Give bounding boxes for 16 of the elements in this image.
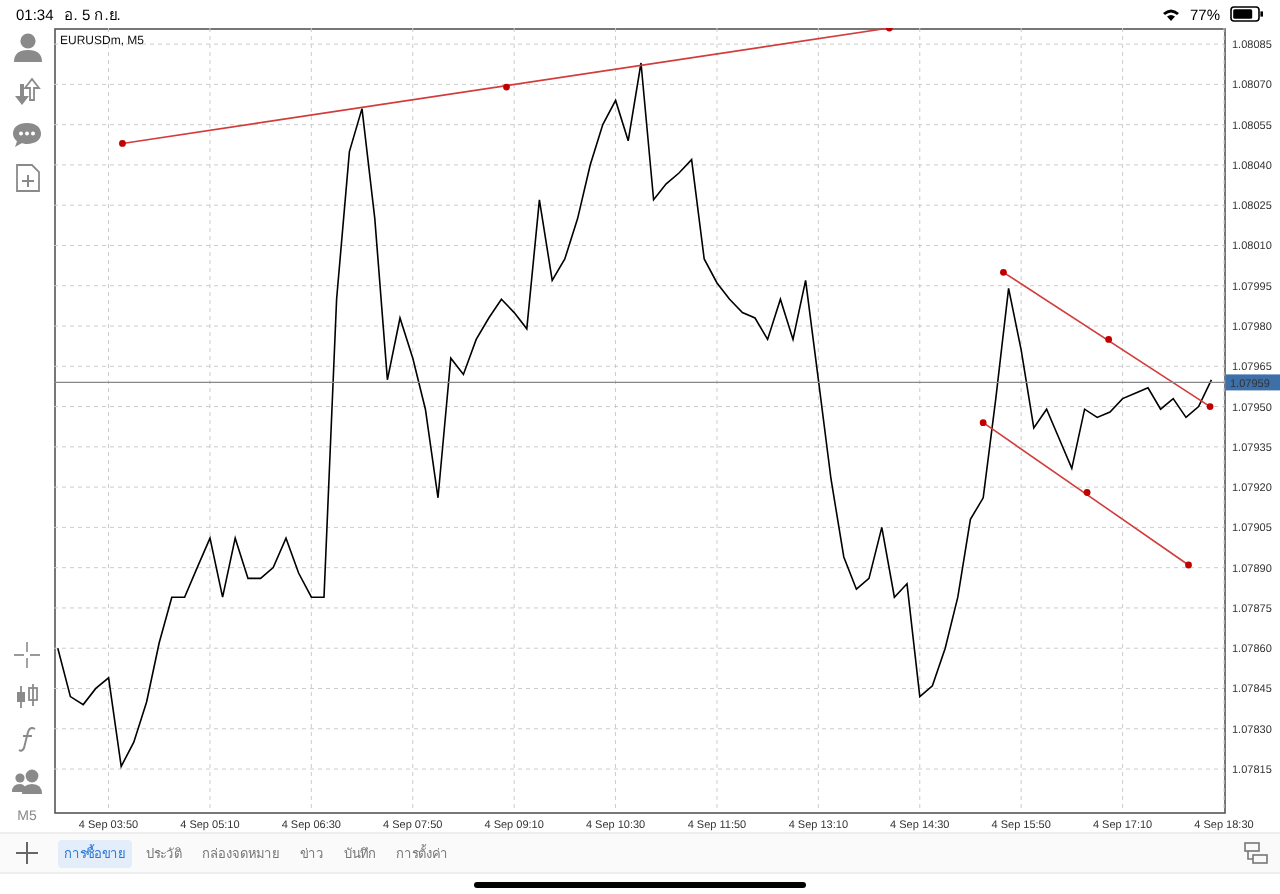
trade-arrows-icon[interactable] xyxy=(13,78,41,106)
new-document-icon[interactable] xyxy=(15,164,39,192)
trend-line-drawing[interactable] xyxy=(979,419,1192,569)
users-icon[interactable] xyxy=(12,768,42,794)
chat-icon[interactable] xyxy=(12,122,42,148)
account-icon[interactable] xyxy=(13,32,41,62)
battery-icon xyxy=(1230,6,1264,22)
trend-line-drawing[interactable] xyxy=(1000,268,1214,410)
add-icon[interactable] xyxy=(16,842,38,864)
candlestick-icon[interactable] xyxy=(14,684,40,710)
home-indicator[interactable] xyxy=(474,881,806,887)
crosshair-icon[interactable] xyxy=(14,642,40,668)
layout-icon[interactable] xyxy=(1244,842,1268,864)
trend-line-drawing[interactable] xyxy=(119,28,893,147)
function-icon[interactable] xyxy=(17,726,37,752)
wifi-icon xyxy=(1161,7,1180,21)
